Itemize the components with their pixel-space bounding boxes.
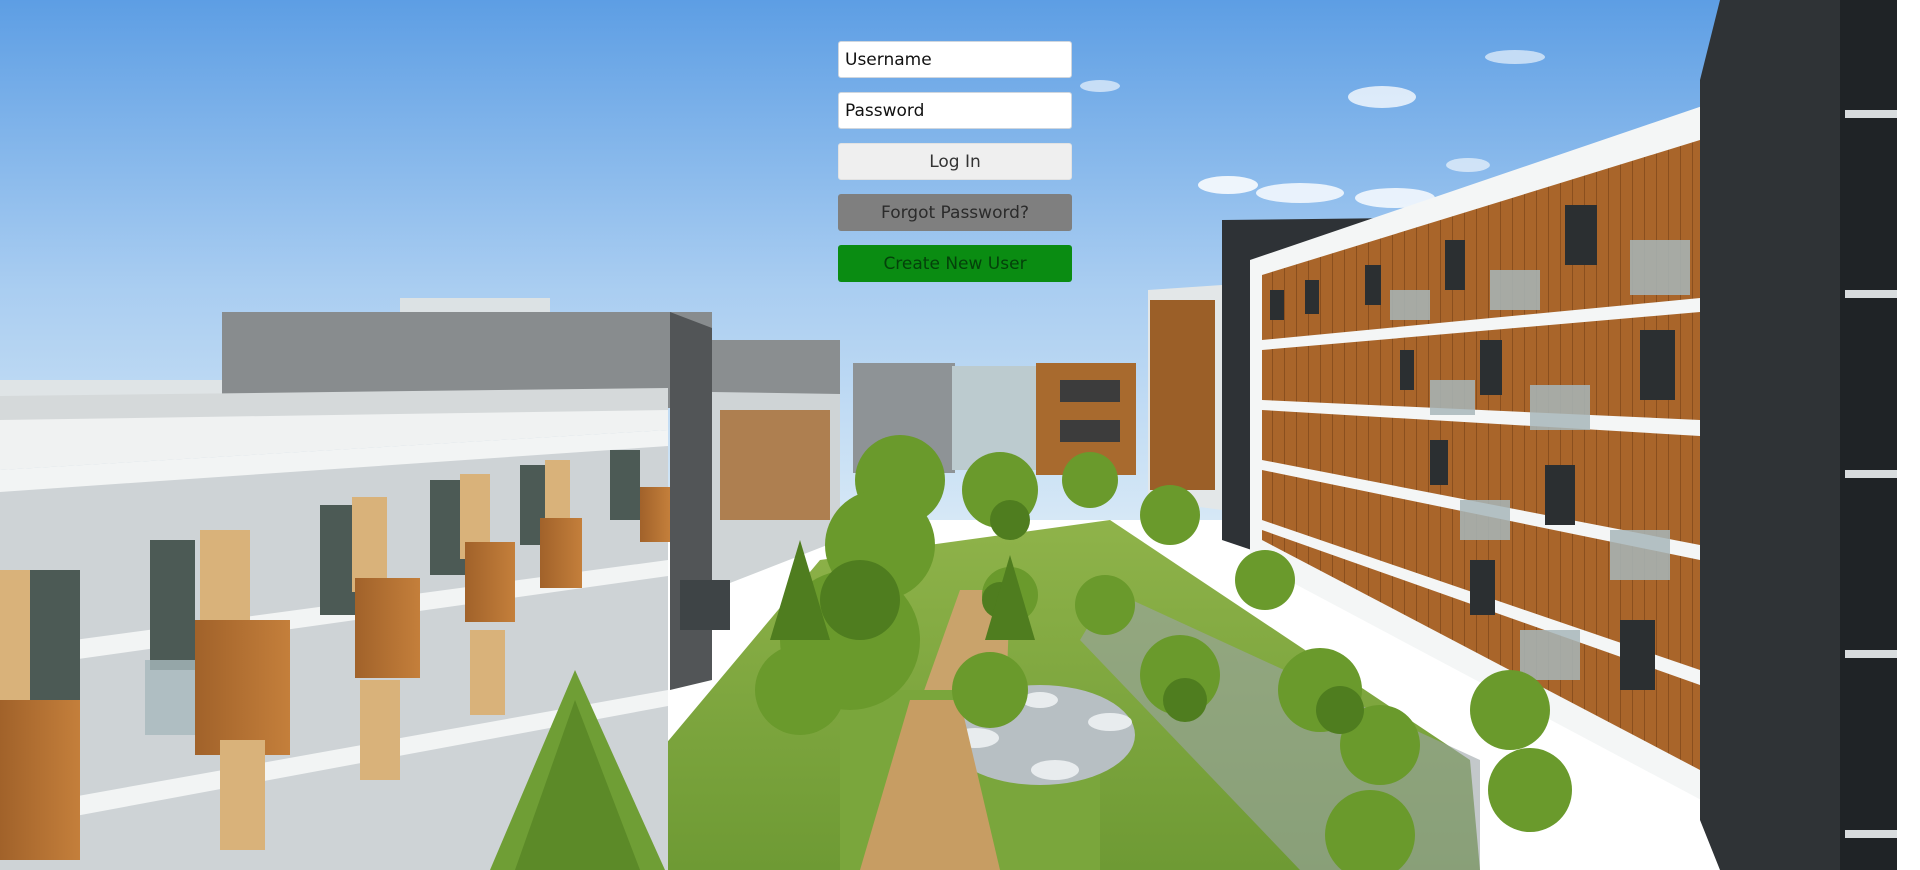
password-input[interactable] — [838, 92, 1072, 129]
login-form: Log In Forgot Password? Create New User — [838, 41, 1072, 296]
forgot-password-button[interactable]: Forgot Password? — [838, 194, 1072, 231]
login-button[interactable]: Log In — [838, 143, 1072, 180]
create-new-user-button[interactable]: Create New User — [838, 245, 1072, 282]
username-input[interactable] — [838, 41, 1072, 78]
